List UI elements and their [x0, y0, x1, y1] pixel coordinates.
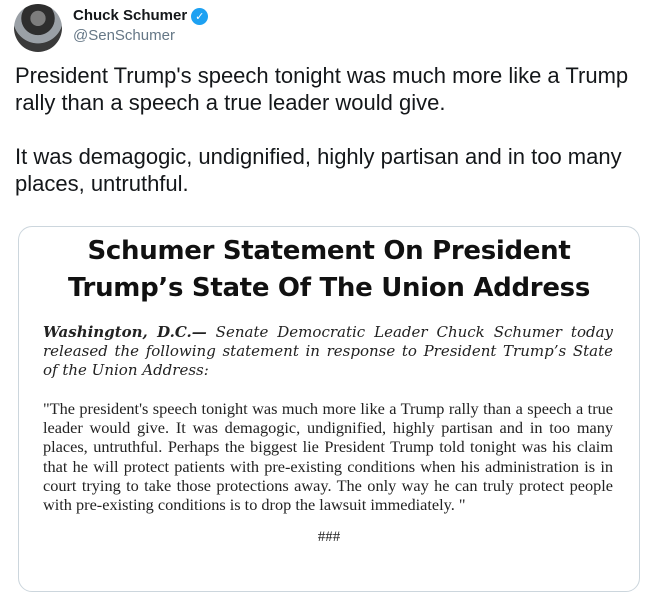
statement-title-line: Schumer Statement On President: [87, 236, 571, 266]
tweet-paragraph: It was demagogic, undignified, highly pa…: [15, 144, 622, 196]
statement-image-card[interactable]: Schumer Statement On President Trump’s S…: [18, 226, 640, 592]
statement-lead: Washington, D.C.— Senate Democratic Lead…: [43, 323, 613, 380]
tweet-text: President Trump's speech tonight was muc…: [15, 62, 640, 197]
statement-title: Schumer Statement On President Trump’s S…: [19, 233, 639, 307]
statement-dateline: Washington, D.C.—: [43, 323, 207, 341]
display-name[interactable]: Chuck Schumer: [73, 6, 187, 26]
tweet-paragraph: President Trump's speech tonight was muc…: [15, 63, 629, 115]
statement-end-mark: ###: [317, 529, 341, 546]
verified-badge-icon: ✓: [191, 7, 209, 25]
user-handle[interactable]: @SenSchumer: [73, 26, 208, 46]
avatar[interactable]: [14, 4, 62, 52]
author-info: Chuck Schumer ✓ @SenSchumer: [73, 6, 209, 46]
statement-quote: "The president's speech tonight was much…: [43, 399, 613, 515]
tweet-header: Chuck Schumer ✓ @SenSchumer: [14, 4, 209, 52]
statement-title-line: Trump’s State Of The Union Address: [67, 273, 591, 303]
display-name-row: Chuck Schumer ✓: [73, 6, 209, 26]
